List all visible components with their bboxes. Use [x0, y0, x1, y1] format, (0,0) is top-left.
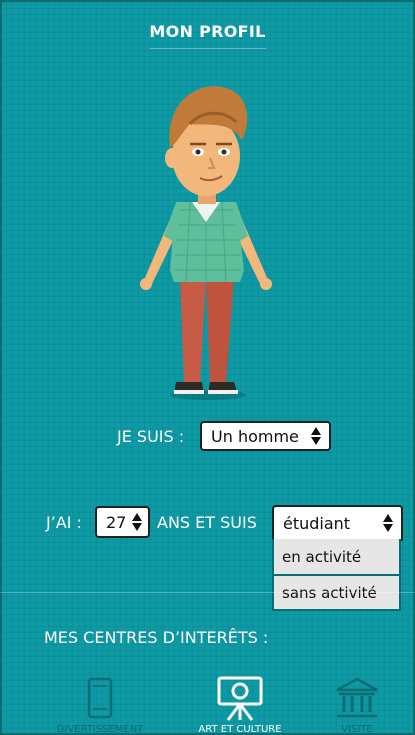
museum-icon [336, 677, 378, 718]
status-dropdown-list: en activité sans activité [272, 539, 401, 611]
status-option[interactable]: en activité [274, 539, 399, 574]
category-visite[interactable]: VISITE [297, 676, 415, 735]
title-underline [150, 48, 266, 49]
gender-select-value: Un homme [211, 426, 299, 446]
section-divider [0, 592, 415, 593]
phone-icon [87, 677, 113, 719]
avatar-character [140, 86, 272, 400]
age-stepper-value: 27 [106, 512, 127, 532]
gender-select[interactable]: Un homme [200, 421, 331, 451]
category-label: ART ET CULTURE [198, 724, 282, 735]
category-label: DIVERTISSEMENT [56, 724, 144, 735]
age-label: J’AI : [46, 513, 82, 532]
category-divertissement[interactable]: DIVERTISSEMENT [40, 676, 160, 735]
select-arrows-icon [381, 514, 395, 532]
status-label: ANS ET SUIS [157, 513, 257, 532]
status-select[interactable]: étudiant [272, 505, 403, 541]
page-title: MON PROFIL [149, 22, 266, 41]
age-stepper[interactable]: 27 [95, 506, 150, 538]
projector-icon [217, 676, 263, 721]
status-select-value: étudiant [283, 513, 351, 533]
gender-label: JE SUIS : [117, 427, 185, 446]
select-arrows-icon [309, 427, 323, 445]
interests-title: MES CENTRES D’INTERÊTS : [44, 628, 269, 647]
stepper-arrows-icon[interactable] [130, 513, 144, 531]
category-label: VISITE [341, 724, 373, 735]
category-art-culture[interactable]: ART ET CULTURE [180, 676, 300, 735]
